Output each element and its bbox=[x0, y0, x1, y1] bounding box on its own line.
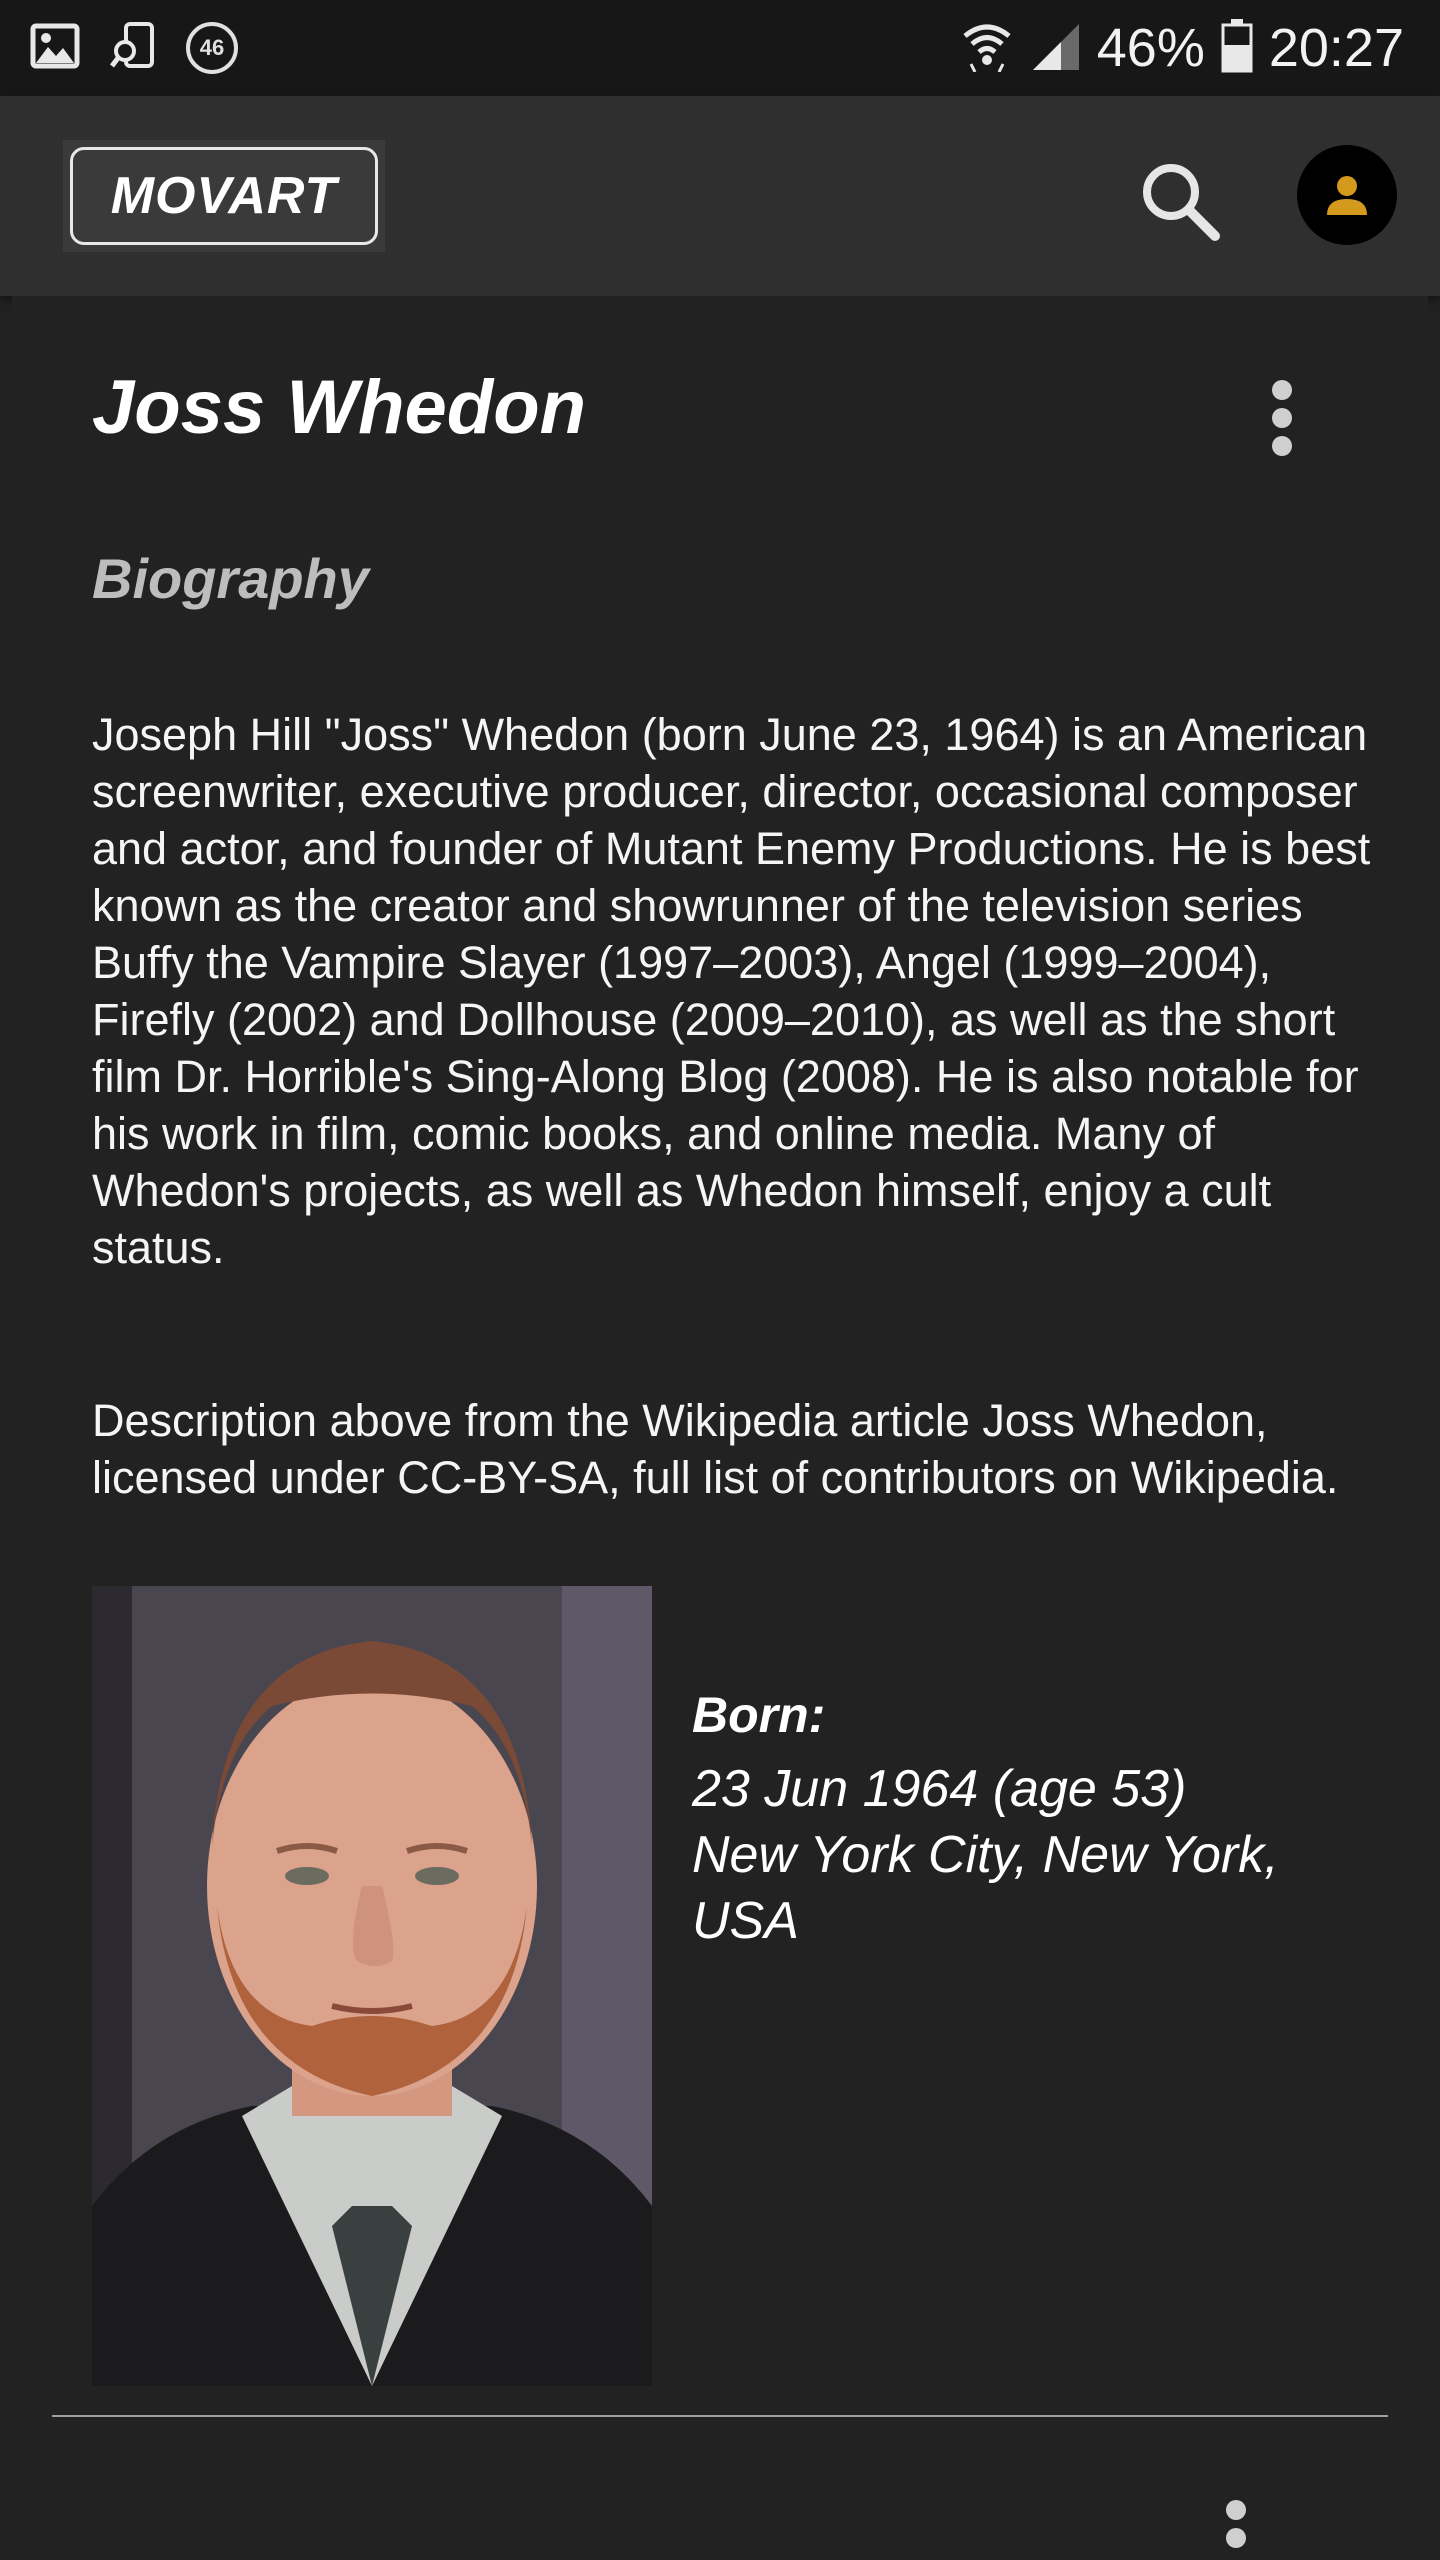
status-right: 46% 20:27 bbox=[945, 17, 1404, 79]
status-left: 46 bbox=[30, 21, 268, 76]
account-icon bbox=[1327, 176, 1367, 215]
phone-search-icon bbox=[110, 21, 156, 76]
section-divider bbox=[52, 2415, 1388, 2417]
more-options-button[interactable] bbox=[1252, 368, 1312, 468]
section-heading-biography: Biography bbox=[92, 547, 369, 610]
signal-icon bbox=[1029, 20, 1081, 77]
born-date: 23 Jun 1964 (age 53) bbox=[692, 1760, 1187, 1818]
wifi-icon bbox=[961, 20, 1013, 77]
wikipedia-attribution: Description above from the Wikipedia art… bbox=[92, 1395, 1339, 1503]
person-name: Joss Whedon bbox=[92, 365, 587, 450]
more-options-button-secondary[interactable] bbox=[1206, 2496, 1266, 2560]
logo-frame: MOVART bbox=[70, 147, 378, 245]
person-detail-card: Joss Whedon Biography Joseph Hill "Joss"… bbox=[12, 296, 1428, 2560]
more-vert-icon bbox=[1272, 380, 1292, 400]
logo[interactable]: MOVART bbox=[63, 140, 385, 252]
more-vert-icon bbox=[1226, 2500, 1246, 2520]
battery-percent: 46% bbox=[1096, 18, 1205, 78]
search-button[interactable] bbox=[1130, 151, 1230, 251]
logo-text: MOVART bbox=[110, 167, 338, 225]
status-bar: 46 46% 20:27 bbox=[0, 0, 1440, 96]
more-vert-dot bbox=[1226, 2528, 1246, 2548]
person-photo bbox=[92, 1586, 652, 2386]
born-label: Born: bbox=[692, 1687, 826, 1743]
portrait-illustration bbox=[92, 1586, 652, 2386]
account-button[interactable] bbox=[1297, 145, 1397, 245]
biography-text: Joseph Hill "Joss" Whedon (born June 23,… bbox=[92, 709, 1371, 1273]
notification-count-badge: 46 bbox=[186, 22, 238, 74]
born-info: 23 Jun 1964 (age 53) New York City, New … bbox=[692, 1756, 1392, 1954]
search-icon bbox=[1143, 164, 1220, 241]
more-vert-dot bbox=[1272, 408, 1292, 428]
battery-icon bbox=[1221, 18, 1253, 78]
born-place: New York City, New York, USA bbox=[692, 1826, 1279, 1950]
app-bar: MOVART bbox=[0, 96, 1440, 296]
more-vert-dot bbox=[1272, 436, 1292, 456]
gallery-icon bbox=[30, 23, 80, 74]
clock: 20:27 bbox=[1268, 18, 1404, 78]
